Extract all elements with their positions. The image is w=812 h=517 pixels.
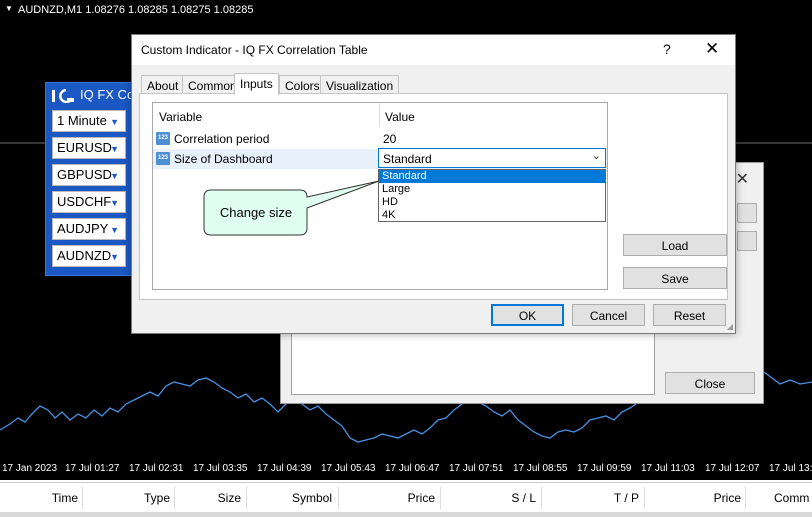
col-divider[interactable] [82, 487, 83, 509]
ok-button[interactable]: OK [491, 304, 564, 326]
background-list-box [291, 333, 655, 395]
dialog-title: Custom Indicator - IQ FX Correlation Tab… [141, 43, 368, 57]
timeframe-label: 1 Minute [57, 113, 107, 128]
dropdown-arrow-icon: ▼ [110, 225, 119, 235]
column-divider[interactable] [379, 103, 380, 127]
numeric-input-icon: 123 [156, 152, 170, 165]
reset-button[interactable]: Reset [653, 304, 726, 326]
col-size[interactable]: Size [218, 491, 241, 505]
cancel-button[interactable]: Cancel [572, 304, 645, 326]
time-tick: 17 Jul 02:31 [129, 463, 184, 474]
pair-label: EURUSD [57, 140, 112, 155]
pair-label: GBPUSD [57, 167, 112, 182]
close-icon[interactable]: ✕ [705, 39, 719, 59]
col-divider[interactable] [644, 487, 645, 509]
horizontal-scrollbar[interactable] [0, 512, 812, 517]
tab-about[interactable]: About [141, 75, 185, 94]
trade-table-header: Time Type Size Symbol Price S / L T / P … [0, 482, 812, 512]
col-stop-loss[interactable]: S / L [511, 491, 536, 505]
input-value[interactable]: 20 [383, 132, 396, 146]
pair-label: USDCHF [57, 194, 112, 209]
time-tick: 17 Jan 2023 [2, 463, 58, 474]
pair-dropdown-3[interactable]: USDCHF ▼ [52, 191, 126, 213]
dialog-titlebar[interactable]: Custom Indicator - IQ FX Correlation Tab… [132, 35, 735, 65]
load-button[interactable]: Load [623, 234, 727, 256]
background-button[interactable] [737, 203, 757, 223]
save-button[interactable]: Save [623, 267, 727, 289]
column-header-variable[interactable]: Variable [159, 110, 202, 124]
callout-text: Change size [219, 205, 293, 220]
tab-visualization[interactable]: Visualization [320, 75, 400, 94]
correlation-dashboard[interactable]: IQ FX Corr 1 Minute ▼ EURUSD ▼ GBPUSD ▼ … [45, 82, 143, 276]
col-take-profit[interactable]: T / P [614, 491, 639, 505]
time-tick: 17 Jul 09:59 [577, 463, 632, 474]
col-symbol[interactable]: Symbol [292, 491, 332, 505]
option-standard[interactable]: Standard [379, 170, 605, 183]
background-button[interactable] [737, 231, 757, 251]
time-tick: 17 Jul 04:39 [257, 463, 312, 474]
time-tick: 17 Jul 03:35 [193, 463, 248, 474]
col-price[interactable]: Price [408, 491, 435, 505]
timeframe-dropdown[interactable]: 1 Minute ▼ [52, 110, 126, 132]
chevron-down-icon: ⌄ [591, 150, 601, 162]
col-divider[interactable] [541, 487, 542, 509]
input-row-correlation-period[interactable]: 123 Correlation period 20 [153, 129, 607, 149]
help-icon[interactable]: ? [663, 41, 671, 57]
time-tick: 17 Jul 01:27 [65, 463, 120, 474]
pair-dropdown-1[interactable]: EURUSD ▼ [52, 137, 126, 159]
pair-label: AUDNZD [57, 248, 112, 263]
col-divider[interactable] [174, 487, 175, 509]
col-divider[interactable] [338, 487, 339, 509]
dashboard-size-select[interactable]: Standard ⌄ [378, 148, 606, 168]
col-type[interactable]: Type [144, 491, 170, 505]
close-icon[interactable]: ✕ [736, 169, 749, 189]
column-header-value[interactable]: Value [385, 110, 415, 124]
col-current-price[interactable]: Price [714, 491, 741, 505]
dashboard-size-options: Standard Large HD 4K [378, 169, 606, 222]
time-tick: 17 Jul 05:43 [321, 463, 376, 474]
col-time[interactable]: Time [52, 491, 78, 505]
option-4k[interactable]: 4K [379, 209, 605, 222]
option-hd[interactable]: HD [379, 196, 605, 209]
pair-label: AUDJPY [57, 221, 109, 236]
tab-inputs[interactable]: Inputs [234, 73, 279, 95]
option-large[interactable]: Large [379, 183, 605, 196]
dropdown-arrow-icon: ▼ [110, 117, 119, 127]
time-tick: 17 Jul 11:03 [641, 463, 695, 474]
col-commission[interactable]: Comm [774, 491, 809, 505]
chart-symbol-info: AUDNZD,M1 1.08276 1.08285 1.08275 1.0828… [18, 4, 254, 16]
input-variable-name: Size of Dashboard [174, 152, 273, 166]
dropdown-arrow-icon: ▼ [110, 198, 119, 208]
time-tick: 17 Jul 07:51 [449, 463, 504, 474]
input-variable-name: Correlation period [174, 132, 270, 146]
iq-logo-icon [52, 89, 74, 103]
numeric-input-icon: 123 [156, 132, 170, 145]
tab-colors[interactable]: Colors [279, 75, 326, 94]
close-button[interactable]: Close [665, 372, 755, 394]
time-tick: 17 Jul 13: [769, 463, 812, 474]
pair-dropdown-4[interactable]: AUDJPY ▼ [52, 218, 126, 240]
col-divider[interactable] [745, 487, 746, 509]
dropdown-arrow-icon: ▼ [110, 171, 119, 181]
dropdown-arrow-icon: ▼ [110, 252, 119, 262]
pair-dropdown-5[interactable]: AUDNZD ▼ [52, 245, 126, 267]
dropdown-arrow-icon: ▼ [110, 144, 119, 154]
pair-dropdown-2[interactable]: GBPUSD ▼ [52, 164, 126, 186]
price-series-line-right [763, 371, 812, 385]
col-divider[interactable] [440, 487, 441, 509]
time-tick: 17 Jul 12:07 [705, 463, 760, 474]
time-tick: 17 Jul 08:55 [513, 463, 568, 474]
chart-menu-arrow-icon[interactable]: ▼ [5, 4, 13, 13]
select-value: Standard [383, 152, 432, 166]
col-divider[interactable] [246, 487, 247, 509]
time-tick: 17 Jul 06:47 [385, 463, 440, 474]
time-axis: 17 Jan 2023 17 Jul 01:27 17 Jul 02:31 17… [0, 458, 812, 480]
resize-grip-icon[interactable]: ◢ [727, 322, 733, 331]
